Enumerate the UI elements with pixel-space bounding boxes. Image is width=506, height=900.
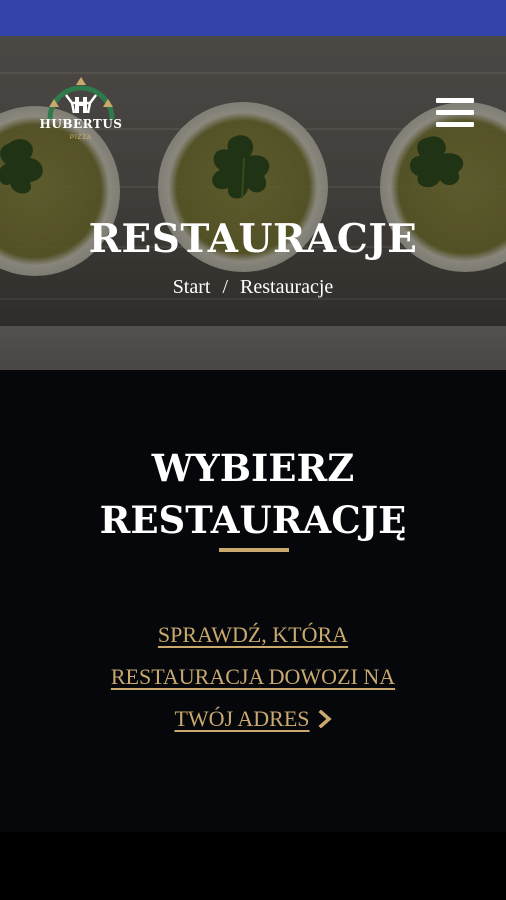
breadcrumb-separator: / — [222, 276, 229, 298]
gold-divider — [219, 548, 289, 552]
hubertus-logo[interactable]: HUBERTUS PIZZA — [38, 73, 124, 151]
section-title-line: RESTAURACJĘ — [99, 498, 407, 542]
footer-band — [0, 832, 506, 900]
section-title-line: WYBIERZ — [151, 446, 355, 490]
menu-bar — [436, 110, 474, 115]
menu-bar — [436, 98, 474, 103]
hamburger-menu-icon[interactable] — [436, 98, 474, 132]
logo-emblem-icon — [47, 77, 115, 120]
cta-line: RESTAURACJA DOWOZI NA — [110, 664, 396, 689]
logo-name: HUBERTUS — [39, 117, 123, 131]
logo-tagline: PIZZA — [69, 135, 92, 141]
section-title: WYBIERZ RESTAURACJĘ — [0, 442, 506, 546]
cta-line: TWÓJ ADRES — [174, 706, 310, 731]
cta-line-last: TWÓJ ADRES — [60, 698, 446, 740]
check-delivery-link[interactable]: SPRAWDŹ, KTÓRA RESTAURACJA DOWOZI NA TWÓ… — [60, 614, 446, 740]
breadcrumb-home-link[interactable]: Start — [173, 276, 211, 298]
chevron-right-icon — [318, 698, 332, 740]
cta-line: SPRAWDŹ, KTÓRA — [157, 622, 349, 647]
menu-bar — [436, 122, 474, 127]
status-bar — [0, 0, 506, 36]
breadcrumb: Start / Restauracje — [0, 276, 506, 299]
breadcrumb-current: Restauracje — [240, 276, 334, 298]
restaurant-select-section: WYBIERZ RESTAURACJĘ SPRAWDŹ, KTÓRA RESTA… — [0, 370, 506, 832]
page-title: RESTAURACJE — [88, 216, 418, 262]
